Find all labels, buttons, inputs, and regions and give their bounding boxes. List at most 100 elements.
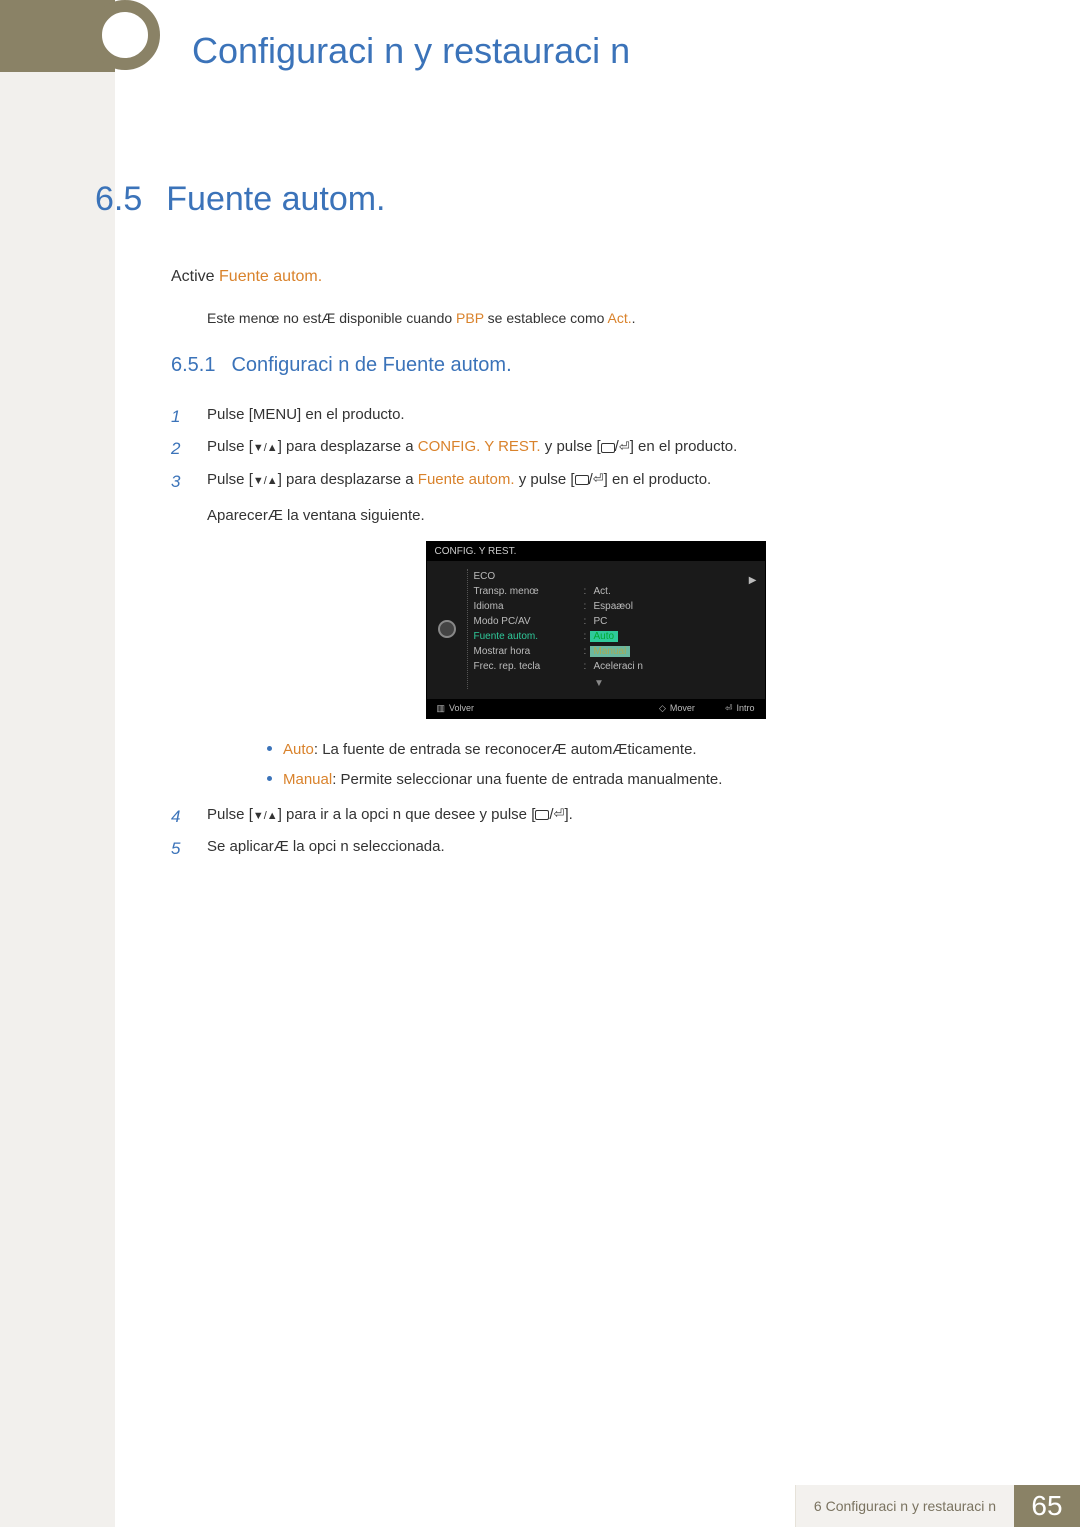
enter-icon: ⏎: [593, 467, 604, 492]
step-2: 2 Pulse [▼/▲] para desplazarse a CONFIG.…: [171, 433, 1020, 465]
gear-icon: [438, 620, 456, 638]
osd-transp-val: Act.: [594, 586, 765, 597]
osd-mostrar-label: Mostrar hora: [474, 646, 584, 657]
chapter-title: Configuraci n y restauraci n: [192, 30, 630, 72]
step-1: 1 Pulse [MENU] en el producto.: [171, 401, 1020, 433]
note-p1: Este menœ no estÆ disponible cuando: [207, 310, 456, 326]
step-3-b: ] para desplazarse a: [278, 471, 418, 488]
section-number: 6.5: [95, 180, 142, 219]
osd-modo-val: PC: [594, 616, 765, 627]
osd-intro-label: Intro: [736, 703, 754, 713]
bullet-manual-text: : Permite seleccionar una fuente de entr…: [332, 771, 722, 788]
chapter-circle-icon: [90, 0, 160, 70]
step-5: 5 Se aplicarÆ la opci n seleccionada.: [171, 833, 1020, 865]
osd-row-frec: Frec. rep. tecla:Aceleraci n: [474, 659, 765, 674]
footer-spacer: [0, 1485, 795, 1527]
intro-line: Active Fuente autom.: [171, 263, 1020, 290]
osd-down-arrow-icon: ▼: [434, 678, 765, 689]
step-2-b: ] para desplazarse a: [278, 438, 418, 455]
step-2-body: Pulse [▼/▲] para desplazarse a CONFIG. Y…: [207, 433, 1020, 462]
osd-footer-intro: ⏎Intro: [725, 703, 755, 714]
step-1-body: Pulse [MENU] en el producto.: [207, 401, 1020, 430]
section-title: Fuente autom.: [166, 180, 385, 219]
step-4-num: 4: [171, 801, 189, 833]
section-heading: 6.5 Fuente autom.: [115, 180, 1020, 219]
osd-fuente-label: Fuente autom.: [474, 631, 584, 642]
osd-idioma-label: Idioma: [474, 601, 584, 612]
step-3: 3 Pulse [▼/▲] para desplazarse a Fuente …: [171, 466, 1020, 531]
menu-bars-icon: ▥: [437, 703, 446, 714]
osd-right-arrow-icon: ▶: [749, 575, 757, 586]
osd-row-mostrar: Mostrar hora:Manual: [474, 644, 765, 659]
osd-icon-column: [427, 569, 467, 689]
down-up-arrows-icon: ▼/▲: [253, 806, 278, 827]
bullet-auto-text: : La fuente de entrada se reconocerÆ aut…: [314, 741, 697, 758]
osd-fuente-auto: Auto: [590, 631, 619, 642]
step-4-body: Pulse [▼/▲] para ir a la opci n que dese…: [207, 801, 1020, 830]
osd-footer-mover: ◇Mover: [659, 703, 695, 714]
step-3-keyword: Fuente autom.: [418, 471, 515, 488]
osd-footer: ▥Volver ◇Mover ⏎Intro: [427, 699, 765, 718]
step-1-num: 1: [171, 401, 189, 433]
osd-row-modo: Modo PC/AV:PC: [474, 614, 765, 629]
osd-colon: :: [584, 586, 594, 597]
intro-keyword: Fuente autom.: [219, 268, 322, 285]
osd-frec-label: Frec. rep. tecla: [474, 661, 584, 672]
osd-modo-label: Modo PC/AV: [474, 616, 584, 627]
note-p2: se establece como: [484, 310, 608, 326]
note-k1: PBP: [456, 310, 484, 326]
osd-colon: :: [584, 601, 594, 612]
note-p3: .: [632, 310, 636, 326]
step-3-followup: AparecerÆ la ventana siguiente.: [207, 502, 1020, 531]
osd-row-idioma: Idioma:Espaæol: [474, 599, 765, 614]
step-2-num: 2: [171, 433, 189, 465]
source-rect-icon: [535, 810, 549, 820]
intro-prefix: Active: [171, 268, 219, 285]
enter-icon: ⏎: [725, 703, 733, 714]
osd-idioma-val: Espaæol: [594, 601, 765, 612]
down-up-arrows-icon: ▼/▲: [253, 438, 278, 459]
step-3-c: y pulse [: [515, 471, 575, 488]
step-2-keyword: CONFIG. Y REST.: [418, 438, 541, 455]
bullet-list: Auto: La fuente de entrada se reconocerÆ…: [267, 735, 1020, 795]
osd-volver-label: Volver: [449, 703, 474, 713]
source-rect-icon: [575, 475, 589, 485]
osd-footer-volver: ▥Volver: [437, 703, 475, 714]
step-4-c: ].: [564, 806, 572, 823]
osd-list: ECO Transp. menœ:Act. Idioma:Espaæol Mod…: [467, 569, 765, 689]
subsection-heading: 6.5.1 Configuraci n de Fuente autom.: [171, 354, 1020, 377]
step-3-d: ] en el producto.: [604, 471, 712, 488]
down-up-arrows-icon: ▼/▲: [253, 471, 278, 492]
subsection-number: 6.5.1: [171, 354, 215, 377]
osd-eco-label: ECO: [474, 571, 584, 582]
content-area: 6.5 Fuente autom. Active Fuente autom. E…: [115, 180, 1020, 865]
bullet-manual-key: Manual: [283, 771, 332, 788]
step-2-c: y pulse [: [541, 438, 601, 455]
step-2-a: Pulse [: [207, 438, 253, 455]
bullet-manual: Manual: Permite seleccionar una fuente d…: [267, 765, 1020, 795]
left-margin-band: [0, 0, 115, 1527]
step-4-b: ] para ir a la opci n que desee y pulse …: [278, 806, 536, 823]
source-rect-icon: [601, 443, 615, 453]
step-3-body: Pulse [▼/▲] para desplazarse a Fuente au…: [207, 466, 1020, 531]
osd-fuente-manual: Manual: [590, 646, 631, 657]
step-list: 1 Pulse [MENU] en el producto. 2 Pulse […: [171, 401, 1020, 865]
step-1-b: ] en el producto.: [297, 406, 405, 423]
step-2-d: ] en el producto.: [630, 438, 738, 455]
footer-page-number: 65: [1014, 1485, 1080, 1527]
osd-row-eco: ECO: [474, 569, 765, 584]
osd-menu: CONFIG. Y REST. ▶ ECO Transp. menœ:Act. …: [426, 541, 766, 719]
footer-chapter-text: 6 Configuraci n y restauraci n: [795, 1485, 1014, 1527]
osd-frec-val: Aceleraci n: [594, 661, 765, 672]
enter-icon: ⏎: [619, 435, 630, 460]
move-diamond-icon: ◇: [659, 703, 666, 714]
osd-body: ▶ ECO Transp. menœ:Act. Idioma:Espaæol M…: [427, 561, 765, 699]
step-3-a: Pulse [: [207, 471, 253, 488]
note-line: Este menœ no estÆ disponible cuando PBP …: [207, 310, 1020, 326]
note-k2: Act.: [608, 310, 632, 326]
step-1-a: Pulse [: [207, 406, 253, 423]
step-5-num: 5: [171, 833, 189, 865]
step-3-num: 3: [171, 466, 189, 498]
step-5-body: Se aplicarÆ la opci n seleccionada.: [207, 833, 1020, 862]
osd-transp-label: Transp. menœ: [474, 586, 584, 597]
